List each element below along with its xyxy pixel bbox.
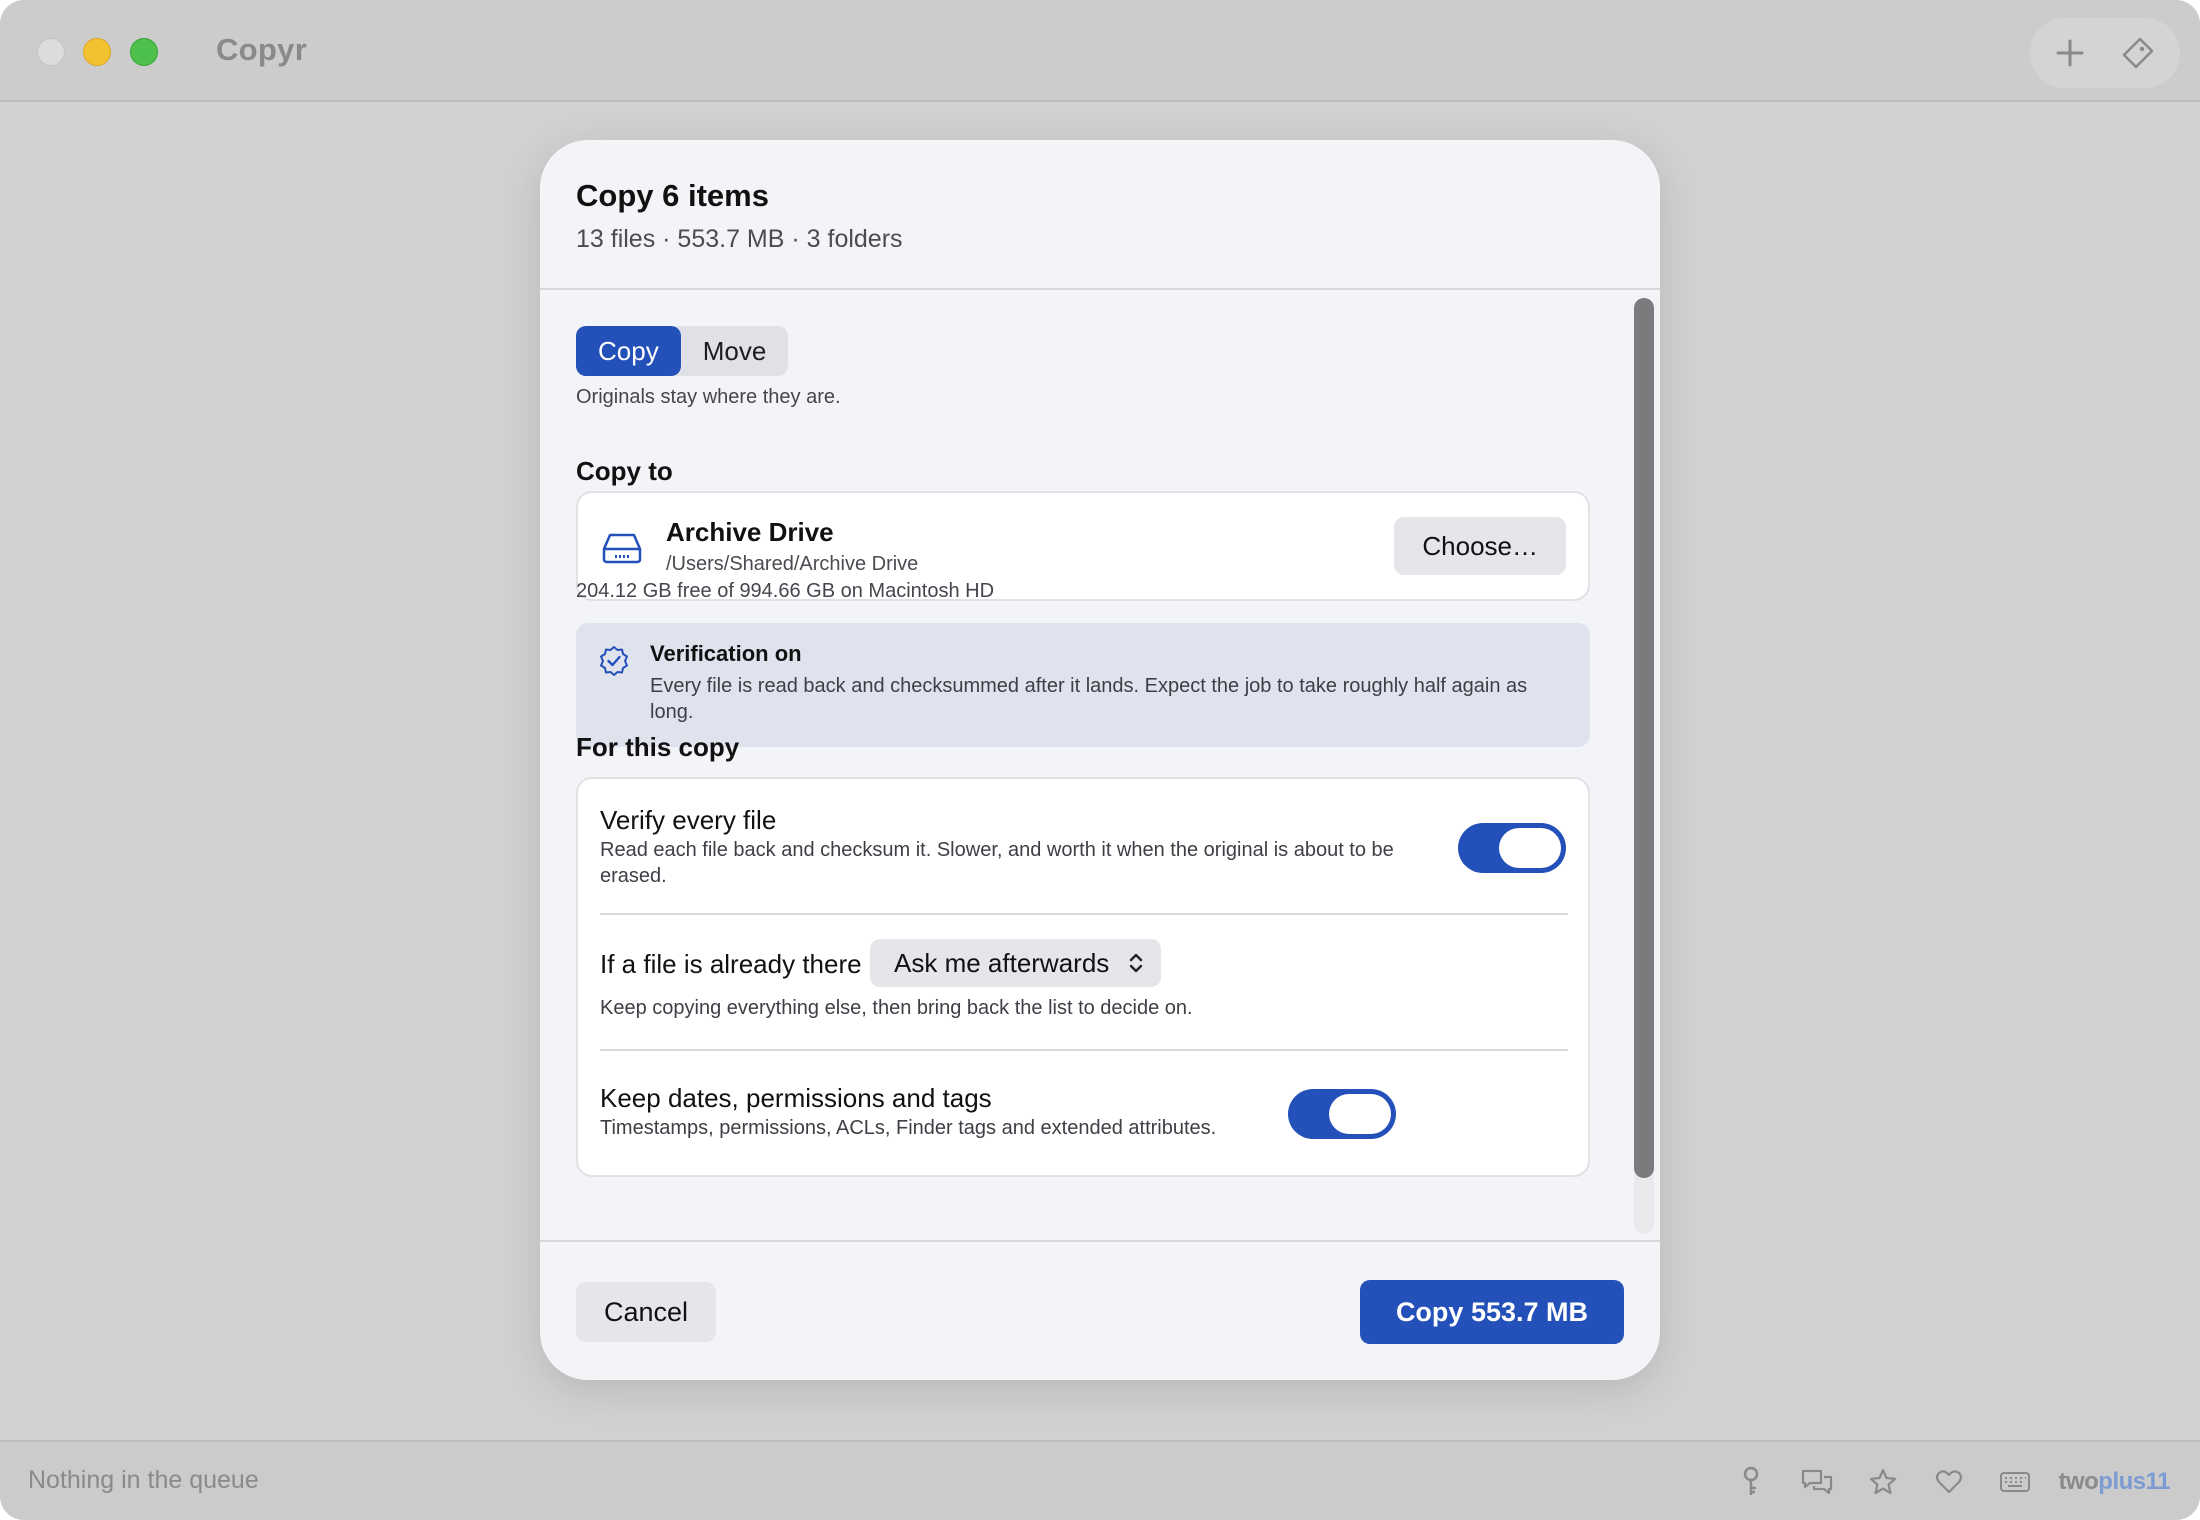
keyboard-icon bbox=[2000, 1472, 2031, 1492]
brand-logo-part: two bbox=[2058, 1468, 2099, 1495]
dialog-body: Copy Move Originals stay where they are.… bbox=[540, 290, 1660, 1240]
close-window-button[interactable] bbox=[37, 38, 65, 66]
conflict-select[interactable]: Ask me afterwards bbox=[870, 939, 1162, 987]
zoom-window-button[interactable] bbox=[130, 38, 158, 66]
tag-icon bbox=[2122, 37, 2154, 69]
chat-icon bbox=[1802, 1469, 1833, 1495]
conflict-option-title: If a file is already there bbox=[600, 949, 862, 979]
copy-confirm-button[interactable]: Copy 553.7 MB bbox=[1359, 1280, 1624, 1344]
choose-destination-button[interactable]: Choose… bbox=[1394, 517, 1566, 575]
dialog-header: Copy 6 items 13 files · 553.7 MB · 3 fol… bbox=[540, 140, 1660, 290]
dialog-subtitle: 13 files · 553.7 MB · 3 folders bbox=[576, 225, 903, 253]
toggle-knob bbox=[1499, 828, 1561, 868]
app-title: Copyr bbox=[216, 32, 308, 67]
dialog-footer: Cancel Copy 553.7 MB bbox=[540, 1240, 1660, 1380]
minimize-window-button[interactable] bbox=[83, 38, 111, 66]
key-icon bbox=[1744, 1466, 1759, 1495]
title-bar: Copyr bbox=[0, 0, 2200, 102]
metadata-toggle[interactable] bbox=[1288, 1089, 1396, 1139]
destination-path: /Users/Shared/Archive Drive bbox=[666, 553, 919, 575]
queue-status: Nothing in the queue bbox=[28, 1466, 259, 1494]
for-this-copy-heading: For this copy bbox=[576, 732, 740, 762]
brand-logo[interactable]: twoplus11 bbox=[2058, 1468, 2170, 1496]
verification-text: Every file is read back and checksummed … bbox=[650, 675, 1528, 723]
conflict-option-desc: Keep copying everything else, then bring… bbox=[600, 997, 1193, 1019]
toolbar-group bbox=[2030, 18, 2180, 88]
chat-button[interactable] bbox=[1784, 1462, 1850, 1502]
tag-button[interactable] bbox=[2116, 31, 2160, 75]
status-icons: twoplus11 bbox=[1718, 1462, 2170, 1502]
verify-option-desc: Read each file back and checksum it. Slo… bbox=[600, 839, 1394, 887]
verify-toggle[interactable] bbox=[1458, 823, 1566, 873]
free-space-text: 204.12 GB free of 994.66 GB on Macintosh… bbox=[576, 580, 995, 602]
chevron-up-down-icon bbox=[1130, 953, 1143, 973]
mode-segmented-control: Copy Move bbox=[576, 326, 789, 376]
verification-banner: Verification on Every file is read back … bbox=[576, 623, 1590, 747]
metadata-option-title: Keep dates, permissions and tags bbox=[600, 1083, 992, 1113]
mode-hint: Originals stay where they are. bbox=[576, 386, 841, 408]
status-bar: Nothing in the queue twoplus11 bbox=[0, 1440, 2200, 1520]
mode-move-button[interactable]: Move bbox=[681, 326, 789, 376]
conflict-select-value: Ask me afterwards bbox=[894, 947, 1110, 978]
heart-icon bbox=[1936, 1470, 1963, 1494]
drive-icon bbox=[602, 533, 642, 564]
destination-name: Archive Drive bbox=[666, 517, 834, 547]
app-window: Copyr Copy 6 items 13 files · 553.7 MB ·… bbox=[0, 0, 2200, 1520]
star-icon bbox=[1870, 1468, 1897, 1495]
dialog-title: Copy 6 items bbox=[576, 178, 769, 213]
verified-badge-icon bbox=[600, 646, 628, 676]
copy-to-heading: Copy to bbox=[576, 456, 673, 486]
keyboard-button[interactable] bbox=[1982, 1462, 2048, 1502]
cancel-button[interactable]: Cancel bbox=[576, 1282, 717, 1342]
star-button[interactable] bbox=[1850, 1462, 1916, 1502]
options-card: Verify every file Read each file back an… bbox=[576, 777, 1590, 1177]
verification-title: Verification on bbox=[650, 641, 802, 666]
plus-icon bbox=[2056, 39, 2084, 67]
options-divider bbox=[600, 913, 1568, 915]
heart-button[interactable] bbox=[1916, 1462, 1982, 1502]
scrollbar-thumb[interactable] bbox=[1634, 298, 1654, 1178]
key-button[interactable] bbox=[1718, 1462, 1784, 1502]
copy-dialog: Copy 6 items 13 files · 553.7 MB · 3 fol… bbox=[540, 140, 1660, 1380]
brand-logo-accent: plus11 bbox=[2098, 1468, 2170, 1495]
add-button[interactable] bbox=[2048, 31, 2092, 75]
metadata-option-desc: Timestamps, permissions, ACLs, Finder ta… bbox=[600, 1117, 1217, 1139]
verify-option-title: Verify every file bbox=[600, 805, 777, 835]
mode-copy-button[interactable]: Copy bbox=[576, 326, 681, 376]
options-divider bbox=[600, 1049, 1568, 1051]
toggle-knob bbox=[1329, 1094, 1391, 1134]
